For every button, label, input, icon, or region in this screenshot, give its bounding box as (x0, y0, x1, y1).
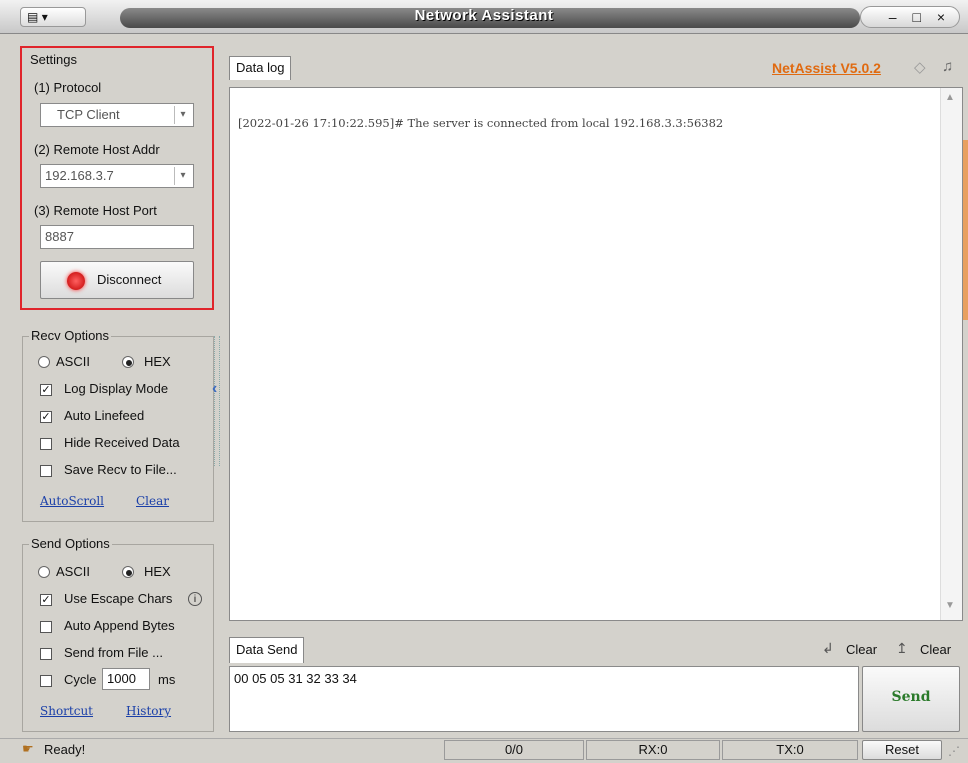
cycle-unit: ms (158, 672, 176, 687)
tab-data-log[interactable]: Data log (229, 56, 292, 80)
app-icon: ▤ (27, 10, 39, 24)
auto-append-checkbox[interactable] (40, 621, 52, 633)
clear-recv-icon[interactable]: ↥ (896, 640, 908, 657)
bell-icon[interactable]: ♫ (942, 58, 953, 75)
send-hex-radio[interactable] (122, 566, 134, 578)
status-hand-icon: ☛ (22, 741, 34, 756)
recv-hex-radio[interactable] (122, 356, 134, 368)
send-button[interactable]: Send (862, 666, 960, 732)
send-input-text: 00 05 05 31 32 33 34 (234, 671, 357, 686)
recv-ascii-radio[interactable] (38, 356, 50, 368)
auto-linefeed-checkbox[interactable]: ✓ (40, 411, 52, 423)
recv-options-title: Recv Options (29, 328, 112, 343)
settings-title: Settings (30, 52, 77, 67)
hide-received-checkbox[interactable] (40, 438, 52, 450)
protocol-value: TCP Client (57, 107, 120, 122)
panel-splitter[interactable] (214, 336, 220, 466)
menu-arrow-icon: ▾ (41, 10, 48, 24)
recv-hex-label: HEX (144, 354, 171, 369)
escape-chars-checkbox[interactable]: ✓ (40, 594, 52, 606)
remote-host-value: 192.168.3.7 (45, 168, 114, 183)
history-link[interactable]: History (126, 704, 171, 718)
escape-chars-label: Use Escape Chars (64, 591, 173, 606)
window-title: Network Assistant (414, 7, 554, 24)
recv-clear-link[interactable]: Clear (136, 494, 169, 508)
save-recv-checkbox[interactable] (40, 465, 52, 477)
brand-label[interactable]: NetAssist V5.0.2 (772, 60, 881, 76)
disconnect-button[interactable]: Disconnect (40, 261, 194, 299)
log-entry: [2022-01-26 17:10:22.595]# The server is… (238, 116, 724, 130)
send-from-file-label: Send from File ... (64, 645, 163, 660)
auto-linefeed-label: Auto Linefeed (64, 408, 145, 423)
remote-port-label: (3) Remote Host Port (34, 203, 157, 218)
protocol-label: (1) Protocol (34, 80, 102, 95)
clear-send-icon[interactable]: ↲ (822, 640, 834, 657)
collapse-arrow-icon[interactable]: ‹ (212, 380, 217, 398)
log-display-label: Log Display Mode (64, 381, 169, 396)
hide-received-label: Hide Received Data (64, 435, 180, 450)
clear-send-button[interactable]: Clear (846, 642, 877, 657)
cycle-interval-input[interactable]: 1000 (102, 668, 150, 690)
app-menu-button[interactable]: ▤ ▾ (20, 7, 86, 27)
disconnect-label: Disconnect (97, 272, 162, 287)
shortcut-link[interactable]: Shortcut (40, 704, 93, 718)
window-controls[interactable]: – □ × (860, 6, 960, 28)
scroll-down-icon[interactable]: ▼ (945, 600, 955, 611)
send-label: Send (891, 689, 931, 705)
send-options-title: Send Options (29, 536, 112, 551)
auto-append-label: Auto Append Bytes (64, 618, 175, 633)
info-icon[interactable]: i (188, 592, 202, 606)
tab-data-send[interactable]: Data Send (229, 637, 305, 663)
send-ascii-radio[interactable] (38, 566, 50, 578)
send-input[interactable]: 00 05 05 31 32 33 34 (229, 666, 859, 732)
data-log-area[interactable]: [2022-01-26 17:10:22.595]# The server is… (229, 87, 963, 621)
resize-grip-icon[interactable]: ⋰ (948, 744, 960, 758)
log-scrollbar[interactable]: ▲ ▼ (940, 88, 962, 620)
scroll-up-icon[interactable]: ▲ (945, 92, 955, 103)
remote-host-label: (2) Remote Host Addr (34, 142, 160, 157)
autoscroll-link[interactable]: AutoScroll (40, 494, 104, 508)
cycle-checkbox[interactable] (40, 675, 52, 687)
status-rx: RX:0 (586, 740, 720, 760)
reset-button[interactable]: Reset (862, 740, 942, 760)
protocol-select[interactable]: TCP Client ▾ (40, 103, 194, 127)
chevron-down-icon: ▾ (174, 106, 191, 124)
clear-recv-button[interactable]: Clear (920, 642, 951, 657)
send-from-file-checkbox[interactable] (40, 648, 52, 660)
side-accent (963, 140, 968, 320)
status-counter: 0/0 (444, 740, 584, 760)
remote-port-input[interactable]: 8887 (40, 225, 194, 249)
recv-ascii-label: ASCII (56, 354, 90, 369)
connection-status-icon (67, 272, 85, 290)
send-hex-label: HEX (144, 564, 171, 579)
log-display-checkbox[interactable]: ✓ (40, 384, 52, 396)
remote-host-select[interactable]: 192.168.3.7 ▾ (40, 164, 194, 188)
chevron-down-icon: ▾ (174, 167, 191, 185)
send-ascii-label: ASCII (56, 564, 90, 579)
save-recv-label: Save Recv to File... (64, 462, 177, 477)
diamond-icon[interactable]: ◇ (914, 58, 926, 76)
status-ready: Ready! (44, 742, 86, 757)
status-tx: TX:0 (722, 740, 858, 760)
cycle-label: Cycle (64, 672, 97, 687)
